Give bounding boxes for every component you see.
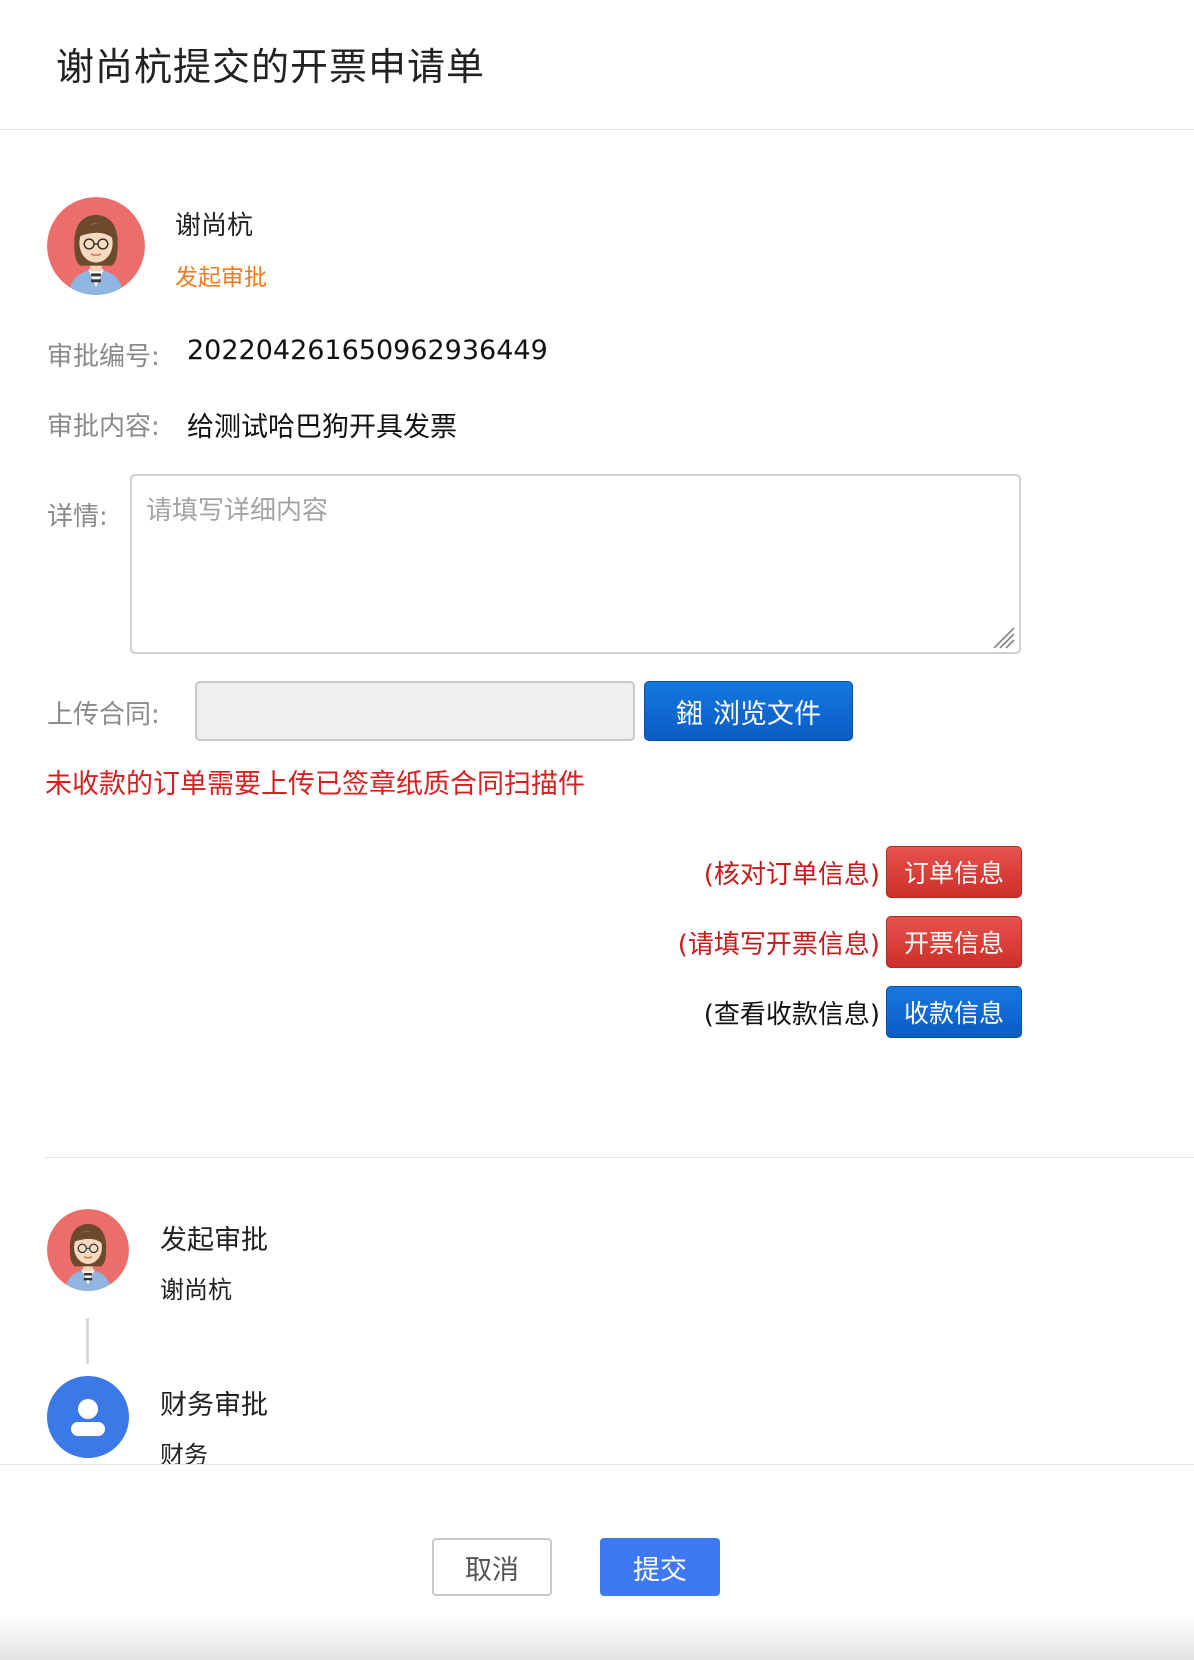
woman-avatar-icon [47, 1209, 129, 1291]
woman-avatar-icon [47, 197, 145, 295]
approval-content-label: 审批内容: [47, 412, 160, 442]
payment-info-button[interactable]: 收款信息 [886, 986, 1022, 1038]
page-title: 谢尚杭提交的开票申请单 [56, 45, 486, 89]
flow-step-title: 财务审批 [160, 1390, 268, 1421]
flow-step-title: 发起审批 [160, 1225, 268, 1256]
browse-file-label: 浏览文件 [713, 698, 821, 730]
payment-info-hint: (查看收款信息) [703, 999, 880, 1030]
dialog-footer [0, 1464, 1194, 1660]
unpaid-order-warning: 未收款的订单需要上传已签章纸质合同扫描件 [45, 769, 585, 800]
upload-file-input[interactable] [195, 681, 635, 741]
finance-avatar [47, 1376, 129, 1458]
approval-number-label: 审批编号: [47, 342, 160, 372]
applicant-status: 发起审批 [175, 265, 267, 291]
action-row-order: (核对订单信息) 订单信息 [704, 846, 1022, 898]
approval-content-value: 给测试哈巴狗开具发票 [187, 412, 457, 443]
invoice-info-button[interactable]: 开票信息 [886, 916, 1022, 968]
browse-file-icon: 鎺 [676, 698, 703, 730]
applicant-avatar [47, 197, 145, 295]
flow-initiator-avatar [47, 1209, 129, 1291]
flow-connector [86, 1318, 89, 1364]
flow-step-person: 谢尚杭 [160, 1276, 232, 1304]
action-row-payment: (查看收款信息) 收款信息 [704, 986, 1022, 1038]
detail-textarea[interactable] [130, 474, 1021, 654]
user-icon [71, 1399, 105, 1436]
action-row-invoice: (请填写开票信息) 开票信息 [678, 916, 1022, 968]
detail-label: 详情: [47, 502, 108, 532]
order-info-hint: (核对订单信息) [703, 859, 880, 890]
approval-number-value: 202204261650962936449 [187, 335, 548, 366]
browse-file-button[interactable]: 鎺 浏览文件 [644, 681, 853, 741]
dialog-header: 谢尚杭提交的开票申请单 [0, 0, 1194, 130]
invoice-info-hint: (请填写开票信息) [677, 929, 880, 960]
order-info-button[interactable]: 订单信息 [886, 846, 1022, 898]
applicant-name: 谢尚杭 [175, 211, 254, 241]
submit-button[interactable]: 提交 [600, 1538, 720, 1596]
upload-contract-label: 上传合同: [47, 700, 160, 730]
section-divider [45, 1157, 1194, 1158]
cancel-button[interactable]: 取消 [432, 1538, 552, 1596]
